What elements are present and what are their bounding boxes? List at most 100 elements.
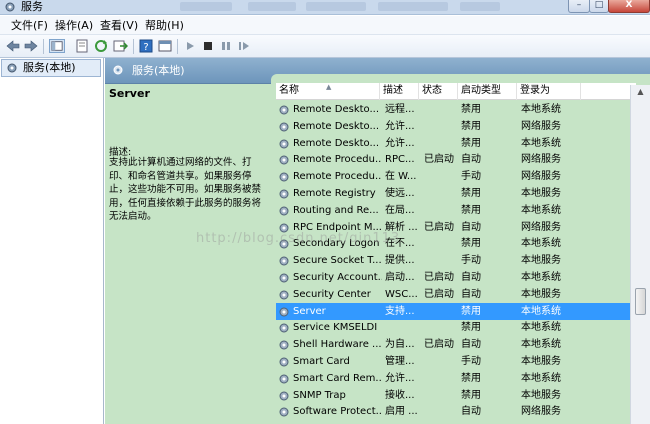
table-row[interactable]: SNMP Trap 接收... 禁用 本地服务 bbox=[276, 387, 636, 404]
table-row[interactable]: Secure Socket T... 提供... 手动 本地服务 bbox=[276, 252, 636, 269]
service-startup-type: 禁用 bbox=[461, 322, 481, 334]
service-startup-type: 手动 bbox=[461, 356, 481, 367]
service-startup-type: 禁用 bbox=[461, 204, 481, 216]
tree-node-services-local[interactable]: 服务(本地) bbox=[1, 59, 101, 77]
console-tree-icon[interactable] bbox=[49, 39, 65, 53]
console-tree-pane: 服务(本地) bbox=[0, 58, 104, 424]
back-icon[interactable] bbox=[5, 39, 21, 53]
service-logon: 本地系统 bbox=[521, 204, 561, 216]
service-logon: 本地系统 bbox=[521, 339, 561, 351]
table-row[interactable]: Remote Registry 使远... 禁用 本地服务 bbox=[276, 185, 636, 202]
service-description: 管理... bbox=[385, 356, 415, 367]
service-startup-type: 手动 bbox=[461, 171, 481, 183]
table-row[interactable]: Remote Deskto... 远程... 禁用 本地系统 bbox=[276, 101, 636, 118]
menu-help[interactable]: 帮助(H) bbox=[145, 16, 184, 35]
service-startup-type: 手动 bbox=[461, 255, 481, 267]
column-startup-type[interactable]: 启动类型 bbox=[458, 83, 517, 100]
column-logon-as[interactable]: 登录为 bbox=[517, 83, 581, 100]
service-startup-type: 禁用 bbox=[461, 104, 481, 115]
vertical-scrollbar[interactable]: ▲ bbox=[630, 85, 650, 424]
restart-icon[interactable] bbox=[236, 39, 252, 53]
service-name: Remote Deskto... bbox=[293, 137, 380, 149]
table-row[interactable]: Smart Card 管理... 手动 本地服务 bbox=[276, 353, 636, 370]
service-description: 远程... bbox=[385, 104, 415, 115]
table-row[interactable]: Shell Hardware ... 为自... 已启动 自动 本地系统 bbox=[276, 336, 636, 353]
pause-icon[interactable] bbox=[218, 39, 234, 53]
maximize-button[interactable]: □ bbox=[589, 0, 609, 13]
service-description: 在 W... bbox=[385, 171, 417, 183]
table-row[interactable]: Security Center WSC... 已启动 自动 本地服务 bbox=[276, 286, 636, 303]
service-description: 为自... bbox=[385, 339, 415, 351]
tree-node-label: 服务(本地) bbox=[23, 61, 76, 74]
description-text: 支持此计算机通过网络的文件、打印、和命名管道共享。如果服务停止，这些功能不可用。… bbox=[109, 157, 262, 222]
svg-text:?: ? bbox=[143, 42, 148, 53]
service-gear-icon bbox=[279, 357, 289, 367]
service-name: SNMP Trap bbox=[293, 389, 346, 401]
play-icon[interactable] bbox=[182, 39, 198, 53]
table-row[interactable]: Remote Deskto... 允许... 禁用 网络服务 bbox=[276, 118, 636, 135]
service-name: Security Account... bbox=[293, 272, 382, 283]
service-startup-type: 禁用 bbox=[461, 120, 481, 132]
service-name: Smart Card Rem... bbox=[293, 372, 382, 384]
service-description: 启动... bbox=[385, 272, 415, 283]
help-icon[interactable]: ? bbox=[138, 39, 154, 53]
service-gear-icon bbox=[279, 155, 289, 165]
forward-icon[interactable] bbox=[23, 39, 39, 53]
service-startup-type: 禁用 bbox=[461, 305, 481, 317]
service-status: 已启动 bbox=[424, 272, 454, 283]
table-row[interactable]: Security Account... 启动... 已启动 自动 本地系统 bbox=[276, 269, 636, 286]
service-logon: 本地服务 bbox=[521, 356, 561, 367]
service-startup-type: 禁用 bbox=[461, 188, 481, 199]
service-status: 已启动 bbox=[424, 339, 454, 351]
service-startup-type: 自动 bbox=[461, 154, 481, 166]
table-row[interactable]: Routing and Re... 在局... 禁用 本地系统 bbox=[276, 202, 636, 219]
minimize-button[interactable]: – bbox=[568, 0, 590, 13]
service-startup-type: 禁用 bbox=[461, 389, 481, 401]
menu-file[interactable]: 文件(F) bbox=[11, 16, 48, 35]
export-icon[interactable] bbox=[112, 39, 128, 53]
table-row[interactable]: Smart Card Rem... 允许... 禁用 本地系统 bbox=[276, 370, 636, 387]
service-startup-type: 自动 bbox=[461, 221, 481, 233]
table-row[interactable]: Software Protect... 启用 ... 自动 网络服务 bbox=[276, 403, 636, 420]
service-gear-icon bbox=[279, 256, 289, 266]
service-gear-icon bbox=[279, 206, 289, 216]
service-name: Security Center bbox=[293, 288, 371, 300]
services-list: 名称 ▲ 描述 状态 启动类型 登录为 Remote Deskto... 远程...… bbox=[271, 74, 650, 424]
service-description: 启用 ... bbox=[385, 406, 418, 418]
service-logon: 本地系统 bbox=[521, 305, 561, 317]
service-gear-icon bbox=[279, 122, 289, 132]
column-description[interactable]: 描述 bbox=[380, 83, 419, 100]
table-row[interactable]: Remote Procedu... 在 W... 手动 网络服务 bbox=[276, 168, 636, 185]
view-icon[interactable] bbox=[157, 39, 173, 53]
scrollbar-thumb[interactable] bbox=[635, 288, 646, 315]
service-gear-icon bbox=[279, 139, 289, 149]
service-name: Server bbox=[293, 305, 326, 317]
service-logon: 本地系统 bbox=[521, 104, 561, 115]
column-status[interactable]: 状态 bbox=[419, 83, 458, 100]
table-row-selected[interactable]: Server 支持... 禁用 本地系统 bbox=[276, 302, 636, 320]
service-gear-icon bbox=[279, 189, 289, 199]
service-startup-type: 禁用 bbox=[461, 137, 481, 149]
services-gear-icon bbox=[5, 2, 15, 12]
table-row[interactable]: Service KMSELDI 禁用 本地系统 bbox=[276, 319, 636, 336]
service-logon: 本地系统 bbox=[521, 137, 561, 149]
refresh-icon[interactable] bbox=[93, 39, 109, 53]
properties-icon[interactable] bbox=[74, 39, 90, 53]
service-logon: 本地服务 bbox=[521, 255, 561, 267]
service-gear-icon bbox=[279, 290, 289, 300]
stop-icon[interactable] bbox=[200, 39, 216, 53]
table-row[interactable]: Remote Procedu... RPC... 已启动 自动 网络服务 bbox=[276, 151, 636, 168]
watermark: http://blog.csdn.net/qin113 bbox=[196, 231, 401, 246]
service-logon: 本地系统 bbox=[521, 238, 561, 250]
service-status: 已启动 bbox=[424, 288, 454, 300]
scroll-up-icon[interactable]: ▲ bbox=[634, 87, 647, 99]
service-name: Service KMSELDI bbox=[293, 322, 378, 334]
service-name: Smart Card bbox=[293, 356, 350, 367]
menu-action[interactable]: 操作(A) bbox=[55, 16, 93, 35]
table-row[interactable]: Remote Deskto... 允许... 禁用 本地系统 bbox=[276, 135, 636, 152]
service-logon: 本地系统 bbox=[521, 322, 561, 334]
column-name[interactable]: 名称 ▲ bbox=[276, 83, 380, 100]
close-button[interactable]: X bbox=[608, 0, 650, 13]
menu-view[interactable]: 查看(V) bbox=[100, 16, 138, 35]
pane-title: 服务(本地) bbox=[132, 64, 185, 77]
